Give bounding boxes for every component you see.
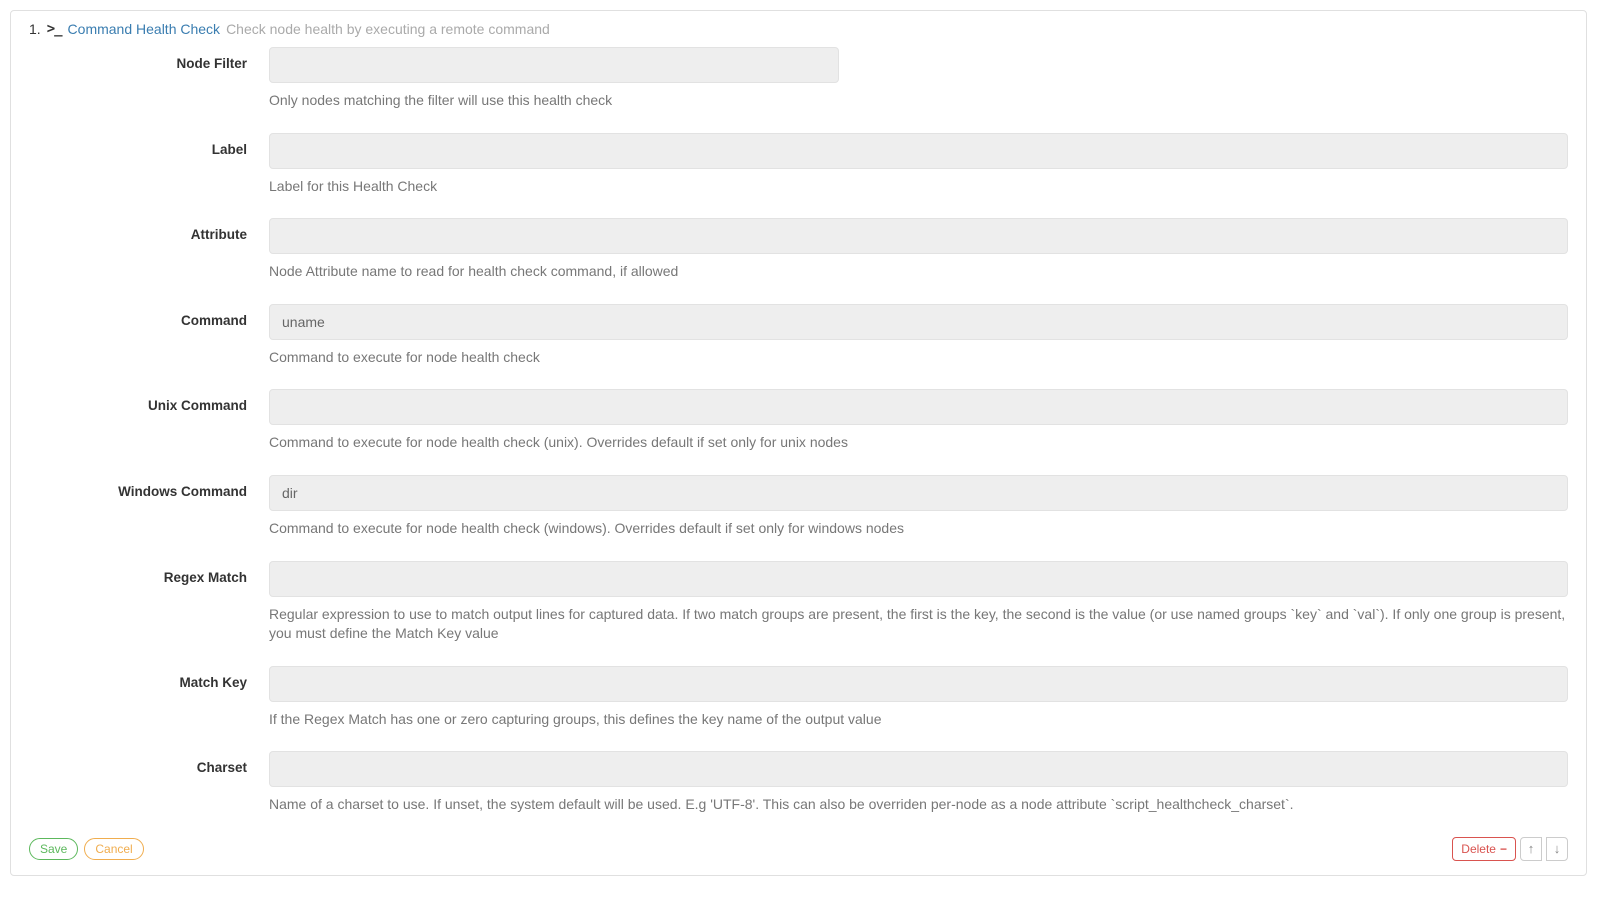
help-label: Label for this Health Check — [269, 177, 1568, 197]
charset-input[interactable] — [269, 751, 1568, 787]
row-unix-command: Unix Command Command to execute for node… — [29, 389, 1568, 453]
help-windows-command: Command to execute for node health check… — [269, 519, 1568, 539]
label-input[interactable] — [269, 133, 1568, 169]
row-command: Command Command to execute for node heal… — [29, 304, 1568, 368]
command-input[interactable] — [269, 304, 1568, 340]
row-node-filter: Node Filter Only nodes matching the filt… — [29, 47, 1568, 111]
panel-title[interactable]: Command Health Check — [68, 21, 221, 37]
terminal-icon: >_ — [47, 21, 62, 37]
attribute-input[interactable] — [269, 218, 1568, 254]
label-command: Command — [29, 304, 269, 328]
help-attribute: Node Attribute name to read for health c… — [269, 262, 1568, 282]
windows-command-input[interactable] — [269, 475, 1568, 511]
unix-command-input[interactable] — [269, 389, 1568, 425]
help-match-key: If the Regex Match has one or zero captu… — [269, 710, 1568, 730]
row-regex-match: Regex Match Regular expression to use to… — [29, 561, 1568, 644]
node-filter-input[interactable] — [269, 47, 839, 83]
label-attribute: Attribute — [29, 218, 269, 242]
help-unix-command: Command to execute for node health check… — [269, 433, 1568, 453]
regex-match-input[interactable] — [269, 561, 1568, 597]
label-regex-match: Regex Match — [29, 561, 269, 585]
health-check-panel: 1. >_ Command Health Check Check node he… — [10, 10, 1587, 876]
row-match-key: Match Key If the Regex Match has one or … — [29, 666, 1568, 730]
row-label: Label Label for this Health Check — [29, 133, 1568, 197]
arrow-down-icon: ↓ — [1554, 841, 1561, 856]
label-label: Label — [29, 133, 269, 157]
panel-footer: Save Cancel Delete − ↑ ↓ — [29, 837, 1568, 861]
panel-header: 1. >_ Command Health Check Check node he… — [29, 21, 1568, 37]
move-up-button[interactable]: ↑ — [1520, 837, 1542, 861]
label-unix-command: Unix Command — [29, 389, 269, 413]
label-node-filter: Node Filter — [29, 47, 269, 71]
row-attribute: Attribute Node Attribute name to read fo… — [29, 218, 1568, 282]
help-command: Command to execute for node health check — [269, 348, 1568, 368]
delete-button[interactable]: Delete − — [1452, 837, 1516, 861]
panel-description: Check node health by executing a remote … — [226, 21, 550, 37]
label-match-key: Match Key — [29, 666, 269, 690]
arrow-up-icon: ↑ — [1528, 841, 1535, 856]
match-key-input[interactable] — [269, 666, 1568, 702]
label-charset: Charset — [29, 751, 269, 775]
cancel-button[interactable]: Cancel — [84, 838, 143, 860]
label-windows-command: Windows Command — [29, 475, 269, 499]
help-regex-match: Regular expression to use to match outpu… — [269, 605, 1568, 644]
help-node-filter: Only nodes matching the filter will use … — [269, 91, 1568, 111]
row-windows-command: Windows Command Command to execute for n… — [29, 475, 1568, 539]
move-down-button[interactable]: ↓ — [1546, 837, 1568, 861]
row-charset: Charset Name of a charset to use. If uns… — [29, 751, 1568, 815]
save-button[interactable]: Save — [29, 838, 78, 860]
item-number: 1. — [29, 21, 41, 37]
help-charset: Name of a charset to use. If unset, the … — [269, 795, 1568, 815]
minus-icon: − — [1500, 842, 1507, 856]
